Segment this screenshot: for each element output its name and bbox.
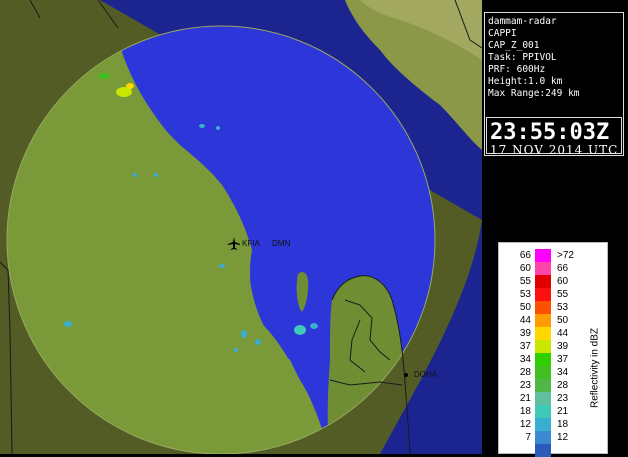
legend-right-value: 39 <box>557 341 569 352</box>
prf-line: PRF: 600Hz <box>488 64 546 75</box>
airport-label: KFIA <box>242 239 260 248</box>
radar-name: dammam-radar <box>488 16 557 27</box>
legend-left-value: 34 <box>519 354 531 365</box>
legend-right-value: 23 <box>557 393 569 404</box>
legend-swatch <box>535 340 551 353</box>
max-range-line: Max Range:249 km <box>488 88 580 99</box>
legend-left-value: 60 <box>519 263 531 274</box>
product-name: CAPPI <box>488 28 517 39</box>
legend-right-value: 53 <box>557 302 569 313</box>
legend-swatch <box>535 366 551 379</box>
legend-left-value: 23 <box>519 380 531 391</box>
height-line: Height:1.0 km <box>488 76 563 87</box>
legend-left-value: 37 <box>519 341 531 352</box>
legend-right-value: 28 <box>557 380 569 391</box>
doha-label: DOHA <box>414 370 438 379</box>
side-panel: dammam-radar CAPPI CAP_Z_001 Task: PPIVO… <box>482 0 628 457</box>
doha-marker <box>404 373 408 377</box>
legend-swatch <box>535 418 551 431</box>
legend-right-value: 50 <box>557 315 569 326</box>
legend-swatch <box>535 288 551 301</box>
legend-right-value: 21 <box>557 406 569 417</box>
product-id: CAP_Z_001 <box>488 40 540 51</box>
legend-right-value: 66 <box>557 263 569 274</box>
legend-right-value: 12 <box>557 432 569 443</box>
legend-swatch <box>535 327 551 340</box>
legend-left-value: 55 <box>519 276 531 287</box>
legend-right-value: 55 <box>557 289 569 300</box>
legend-swatch <box>535 262 551 275</box>
legend-swatch <box>535 275 551 288</box>
legend-swatch <box>535 314 551 327</box>
legend-swatch <box>535 353 551 366</box>
legend-axis-label: Reflectivity in dBZ <box>589 327 601 409</box>
radar-info-box: dammam-radar CAPPI CAP_Z_001 Task: PPIVO… <box>484 12 624 157</box>
legend-swatch <box>535 249 551 262</box>
legend-left-value: 53 <box>519 289 531 300</box>
legend-swatch <box>535 301 551 314</box>
legend-right-value: 60 <box>557 276 569 287</box>
date-display: 17 NOV 2014 UTC <box>490 143 619 157</box>
radar-map-canvas <box>0 0 482 454</box>
legend-left-value: 21 <box>519 393 531 404</box>
legend-right-value: 18 <box>557 419 569 430</box>
legend-swatch <box>535 379 551 392</box>
legend-left-value <box>503 444 531 457</box>
time-display: 23:55:03Z <box>490 120 610 145</box>
legend-left-value: 39 <box>519 328 531 339</box>
legend-swatch <box>535 444 551 457</box>
legend-left-value: 28 <box>519 367 531 378</box>
legend-swatch <box>535 392 551 405</box>
legend-swatch <box>535 431 551 444</box>
legend-right-value: 44 <box>557 328 569 339</box>
legend-right-value: >72 <box>557 250 574 261</box>
legend-left-value: 44 <box>519 315 531 326</box>
legend-left-value: 7 <box>525 432 531 443</box>
timestamp-box: 23:55:03Z 17 NOV 2014 UTC <box>486 117 622 157</box>
legend-axis: Reflectivity in dBZ <box>587 283 603 453</box>
legend-left-value: 12 <box>519 419 531 430</box>
legend-right-value: 37 <box>557 354 569 365</box>
legend-left-value: 66 <box>519 250 531 261</box>
radar-map[interactable]: KFIA DMN DOHA <box>0 0 482 454</box>
dammam-label: DMN <box>272 239 291 248</box>
legend-left-value: 18 <box>519 406 531 417</box>
task-line: Task: PPIVOL <box>488 52 557 63</box>
legend-left-value: 50 <box>519 302 531 313</box>
legend-right-value: 34 <box>557 367 569 378</box>
legend-right-value <box>557 444 585 457</box>
legend-swatch <box>535 405 551 418</box>
reflectivity-legend: 66 >72 60 66 55 60 53 55 50 53 44 50 39 44 37 39 34 37 28 3… <box>498 242 608 457</box>
